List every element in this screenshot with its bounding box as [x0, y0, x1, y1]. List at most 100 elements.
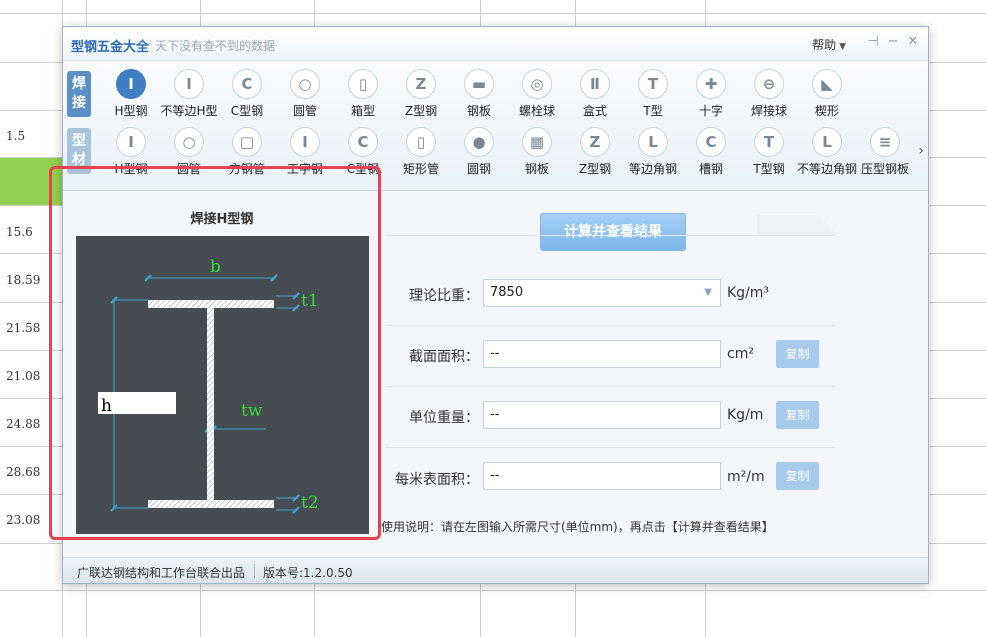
tool-label: T型钢: [753, 162, 785, 176]
tool-label: 压型钢板: [860, 162, 909, 176]
help-menu[interactable]: 帮助 ▼: [812, 36, 846, 53]
h-beam-diagram: b t1 t2 tw h: [76, 236, 369, 534]
cell-value[interactable]: 1.5: [6, 129, 25, 143]
category-tab-profile[interactable]: 型材: [67, 128, 91, 174]
i-steel-icon: I: [290, 127, 320, 157]
section-toolbar: 焊接 型材 I H型钢 I 不等边H型 C C型钢 ○ 圆管 ▯ 箱型 Z Z型钢 ▬ 钢板 ◎ 螺栓球 Ⅱ 盒式…: [63, 61, 928, 191]
tool-label: 槽钢: [698, 162, 723, 176]
tool-box-type[interactable]: Ⅱ 盒式: [565, 69, 625, 119]
tool-label: 螺栓球: [518, 104, 555, 118]
app-title: 型钢五金大全: [71, 40, 150, 55]
divider: [254, 564, 255, 578]
cell-value[interactable]: 18.59: [6, 273, 40, 287]
tool-square-tube[interactable]: □ 方钢管: [217, 127, 277, 177]
i-beam-icon: I: [116, 127, 146, 157]
tool-equal-angle[interactable]: L 等边角钢: [623, 127, 683, 177]
tool-i-beam[interactable]: I H型钢: [101, 127, 161, 177]
tool-label: 不等边角钢: [797, 162, 857, 176]
divider: [385, 386, 835, 387]
tool-label: C型钢: [230, 104, 264, 118]
tool-label: 十字: [698, 104, 723, 118]
surface-unit: m²/m: [727, 469, 765, 485]
tool-label: 钢板: [524, 162, 549, 176]
dim-label-t1: t1: [301, 291, 319, 311]
cell-value[interactable]: 21.58: [6, 321, 40, 335]
density-value: 7850: [490, 285, 524, 300]
tool-label: 圆钢: [466, 162, 491, 176]
tool-label: C型钢: [346, 162, 380, 176]
copy-weight-button[interactable]: 复制: [776, 401, 819, 429]
chevron-right-icon[interactable]: ›: [918, 143, 924, 159]
area-field[interactable]: --: [483, 340, 721, 368]
tool-label: 钢板: [466, 104, 491, 118]
round-bar-icon: ●: [464, 127, 494, 157]
tool-wedge[interactable]: ◣ 楔形: [797, 69, 857, 119]
tool-round-tube[interactable]: ○ 圆管: [159, 127, 219, 177]
tool-c-channel[interactable]: C C型钢: [333, 127, 393, 177]
divider: [385, 325, 835, 326]
tool-rect-tube[interactable]: ▯ 矩形管: [391, 127, 451, 177]
cell-value[interactable]: 15.6: [6, 225, 33, 239]
dim-label-b: b: [210, 257, 221, 277]
tool-channel[interactable]: C 槽钢: [681, 127, 741, 177]
unequal-angle-icon: L: [812, 127, 842, 157]
area-unit: cm²: [727, 346, 754, 362]
tool-round-tube[interactable]: ○ 圆管: [275, 69, 335, 119]
divider: [385, 235, 835, 236]
tool-t-section[interactable]: T T型: [623, 69, 683, 119]
round-tube-icon: ○: [174, 127, 204, 157]
tool-z-section[interactable]: Z Z型钢: [391, 69, 451, 119]
tool-round-bar[interactable]: ● 圆钢: [449, 127, 509, 177]
tool-welded-ball[interactable]: ⊖ 焊接球: [739, 69, 799, 119]
tool-i-steel[interactable]: I 工字钢: [275, 127, 335, 177]
round-tube-icon: ○: [290, 69, 320, 99]
c-channel-icon: C: [232, 69, 262, 99]
steel-plate-icon: ▬: [464, 69, 494, 99]
weight-label: 单位重量：: [409, 410, 479, 426]
density-select[interactable]: 7850 ▼: [483, 279, 721, 307]
close-icon[interactable]: ✕: [906, 35, 920, 49]
title-bar[interactable]: 型钢五金大全 天下没有查不到的数据 帮助 ▼ ⊣ − ✕: [63, 27, 928, 61]
copy-surface-button[interactable]: 复制: [776, 462, 819, 490]
cell-value[interactable]: 21.08: [6, 369, 40, 383]
tool-t-steel[interactable]: T T型钢: [739, 127, 799, 177]
tool-profiled-plate[interactable]: ≡ 压型钢板: [855, 127, 915, 177]
tool-unequal-h[interactable]: I 不等边H型: [159, 69, 219, 119]
cell-value[interactable]: 24.88: [6, 417, 40, 431]
tool-steel-plate[interactable]: ▬ 钢板: [449, 69, 509, 119]
drawing-panel: 焊接H型钢 b t1 t2 tw h: [63, 192, 381, 552]
category-tab-welded[interactable]: 焊接: [67, 71, 91, 117]
profiled-plate-icon: ≡: [870, 127, 900, 157]
tool-i-beam[interactable]: I H型钢: [101, 69, 161, 119]
tool-unequal-angle[interactable]: L 不等边角钢: [797, 127, 857, 177]
weight-field[interactable]: --: [483, 401, 721, 429]
rect-tube-icon: ▯: [406, 127, 436, 157]
tool-box-section[interactable]: ▯ 箱型: [333, 69, 393, 119]
tool-bolt-ball[interactable]: ◎ 螺栓球: [507, 69, 567, 119]
cell-value[interactable]: 23.08: [6, 513, 40, 527]
tool-label: 等边角钢: [628, 162, 677, 176]
pin-icon[interactable]: ⊣: [866, 35, 880, 49]
tool-label: H型钢: [114, 104, 148, 118]
channel-icon: C: [696, 127, 726, 157]
z-section-icon: Z: [406, 69, 436, 99]
surface-field[interactable]: --: [483, 462, 721, 490]
calculate-button[interactable]: 计算并查看结果: [540, 213, 686, 251]
copy-area-button[interactable]: 复制: [776, 340, 819, 368]
box-type-icon: Ⅱ: [580, 69, 610, 99]
unequal-h-icon: I: [174, 69, 204, 99]
tool-checker-plate[interactable]: ▦ 钢板: [507, 127, 567, 177]
tool-label: 不等边H型: [160, 104, 218, 118]
tool-c-channel[interactable]: C C型钢: [217, 69, 277, 119]
wedge-icon: ◣: [812, 69, 842, 99]
surface-value: --: [490, 468, 500, 483]
tool-label: 楔形: [814, 104, 839, 118]
density-unit: Kg/m³: [727, 285, 770, 301]
cell-value[interactable]: 28.68: [6, 465, 40, 479]
chevron-down-icon: ▼: [704, 287, 712, 298]
tool-label: H型钢: [114, 162, 148, 176]
c-channel-icon: C: [348, 127, 378, 157]
minimize-icon[interactable]: −: [886, 35, 900, 49]
tool-cross-section[interactable]: ✚ 十字: [681, 69, 741, 119]
tool-z-section[interactable]: Z Z型钢: [565, 127, 625, 177]
